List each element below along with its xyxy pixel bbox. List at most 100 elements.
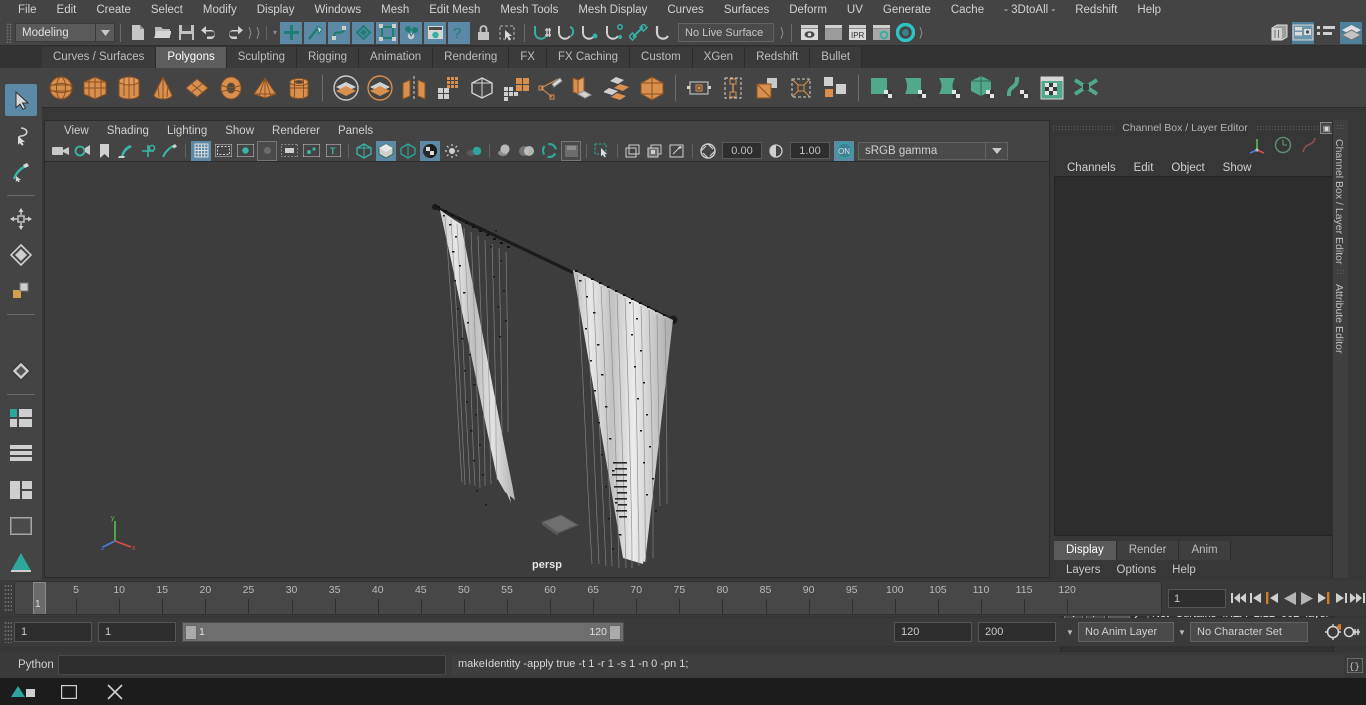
animation-end-field[interactable]: 200 (978, 622, 1056, 642)
select-by-handles-icon[interactable] (352, 21, 374, 44)
exposure-value[interactable]: 0.00 (722, 142, 762, 159)
step-forward-frame-icon[interactable] (1315, 586, 1332, 610)
shelf-tab-polygons[interactable]: Polygons (156, 47, 227, 68)
layer-editor-menu-options[interactable]: Options (1109, 564, 1165, 576)
close-icon[interactable] (92, 678, 138, 705)
show-hide-editors-icon[interactable] (1268, 22, 1290, 44)
quadrangulate-icon[interactable] (818, 71, 852, 105)
go-to-start-icon[interactable] (1230, 586, 1247, 610)
boolean-icon[interactable] (363, 71, 397, 105)
new-scene-icon[interactable] (127, 22, 149, 44)
menu-redshift[interactable]: Redshift (1065, 0, 1127, 20)
poly-pipe-icon[interactable] (282, 71, 316, 105)
panel-grip-left[interactable] (1052, 124, 1115, 132)
shelf-tab-curves-surfaces[interactable]: Curves / Surfaces (42, 47, 157, 68)
move-tool-icon[interactable] (5, 203, 37, 235)
step-forward-keyframe-icon[interactable] (1332, 586, 1349, 610)
menu-deform[interactable]: Deform (779, 0, 837, 20)
channel-box-content[interactable] (1054, 176, 1340, 536)
safe-action-icon[interactable] (301, 141, 321, 161)
menu-3dtoall[interactable]: - 3DtoAll - (994, 0, 1065, 20)
viewport-menu-view[interactable]: View (55, 125, 98, 137)
layer-editor-tab-anim[interactable]: Anim (1179, 541, 1231, 560)
poly-cube-icon[interactable] (78, 71, 112, 105)
render-view-icon[interactable] (798, 22, 820, 44)
channel-box-menu-edit[interactable]: Edit (1125, 162, 1163, 174)
layer-editor-tab-render[interactable]: Render (1116, 541, 1180, 560)
poly-torus-icon[interactable] (214, 71, 248, 105)
step-back-frame-icon[interactable] (1264, 586, 1281, 610)
shadows-icon[interactable] (464, 141, 484, 161)
menu-modify[interactable]: Modify (193, 0, 247, 20)
safe-title-icon[interactable]: T (323, 141, 343, 161)
uv-automatic-icon[interactable] (967, 71, 1001, 105)
save-scene-icon[interactable] (175, 22, 197, 44)
snap-to-grid-icon[interactable] (531, 22, 553, 44)
viewport-menu-lighting[interactable]: Lighting (158, 125, 216, 137)
view-transform-dropdown-arrow[interactable] (986, 141, 1008, 160)
viewport-menu-renderer[interactable]: Renderer (263, 125, 329, 137)
side-tab-attribute-editor[interactable]: Attribute Editor (1333, 278, 1345, 353)
channel-box-menu-object[interactable]: Object (1162, 162, 1213, 174)
bridge-icon[interactable] (601, 71, 635, 105)
show-hide-attribute-editor-icon[interactable] (1340, 21, 1362, 44)
poke-face-icon[interactable] (784, 71, 818, 105)
render-settings-icon[interactable] (870, 22, 892, 44)
animation-start-field[interactable]: 1 (14, 622, 92, 642)
viewport-menu-panels[interactable]: Panels (329, 125, 382, 137)
exposure-icon[interactable] (698, 141, 718, 161)
step-back-keyframe-icon[interactable] (1247, 586, 1264, 610)
menu-select[interactable]: Select (141, 0, 193, 20)
viewport-screenshot-icon[interactable] (667, 141, 687, 161)
menu-help[interactable]: Help (1127, 0, 1171, 20)
rotate-tool-icon[interactable] (5, 239, 37, 271)
select-by-object-icon[interactable] (304, 21, 326, 44)
smooth-icon[interactable] (431, 71, 465, 105)
two-d-pan-zoom-icon[interactable] (138, 141, 158, 161)
menu-generate[interactable]: Generate (873, 0, 941, 20)
menu-display[interactable]: Display (247, 0, 305, 20)
paint-select-tool-icon[interactable] (5, 156, 37, 188)
xray-icon[interactable] (592, 141, 612, 161)
append-polygon-icon[interactable] (635, 71, 669, 105)
panel-grip-right[interactable] (1255, 124, 1318, 132)
smooth-shade-all-icon[interactable] (376, 140, 396, 161)
side-tab-channel-box[interactable]: Channel Box / Layer Editor (1333, 133, 1345, 265)
range-bar-left-handle[interactable] (185, 624, 197, 640)
select-by-curves-icon[interactable] (376, 21, 398, 44)
selection-mask-arrow-icon[interactable]: ▾ (271, 28, 279, 37)
window-icon[interactable] (46, 678, 92, 705)
shelf-tab-fx-caching[interactable]: FX Caching (546, 47, 631, 68)
manipulator-icon[interactable] (1248, 136, 1266, 159)
ipr-render-icon[interactable]: IPR (846, 22, 868, 44)
layer-editor-menu-layers[interactable]: Layers (1058, 564, 1109, 576)
anim-layer-dropdown-arrow[interactable]: ▼ (1174, 622, 1190, 642)
menu-surfaces[interactable]: Surfaces (714, 0, 779, 20)
extrude-icon[interactable] (750, 71, 784, 105)
uv-sphere-icon[interactable] (933, 71, 967, 105)
shaded-wireframe-icon[interactable] (398, 141, 418, 161)
menu-file[interactable]: File (8, 0, 47, 20)
show-hide-channelbox-icon[interactable] (1292, 21, 1314, 44)
play-forwards-icon[interactable] (1298, 586, 1315, 610)
view-transform-toggle-icon[interactable]: ON (834, 140, 854, 161)
go-to-end-icon[interactable] (1349, 586, 1366, 610)
range-bar-right-handle[interactable] (609, 624, 621, 640)
field-chart-icon[interactable] (279, 141, 299, 161)
channel-box-menu-show[interactable]: Show (1214, 162, 1261, 174)
layer-editor-tab-display[interactable]: Display (1054, 541, 1117, 560)
current-frame-field[interactable]: 1 (1168, 588, 1226, 608)
shelf-tab-rendering[interactable]: Rendering (433, 47, 510, 68)
menu-create[interactable]: Create (86, 0, 141, 20)
shelf-tab-bullet[interactable]: Bullet (810, 47, 863, 68)
select-by-surfaces-icon[interactable] (400, 21, 422, 44)
view-transform-select[interactable]: sRGB gamma (858, 141, 986, 160)
lock-selection-icon[interactable] (472, 22, 494, 44)
play-backwards-icon[interactable] (1281, 586, 1298, 610)
range-slider-gripper[interactable] (4, 621, 12, 643)
select-tool-icon[interactable] (5, 84, 37, 116)
wireframe-icon[interactable] (354, 141, 374, 161)
scale-tool-icon[interactable] (5, 275, 37, 307)
multisample-icon[interactable] (539, 141, 559, 161)
auto-keyframe-icon[interactable] (1343, 620, 1360, 644)
